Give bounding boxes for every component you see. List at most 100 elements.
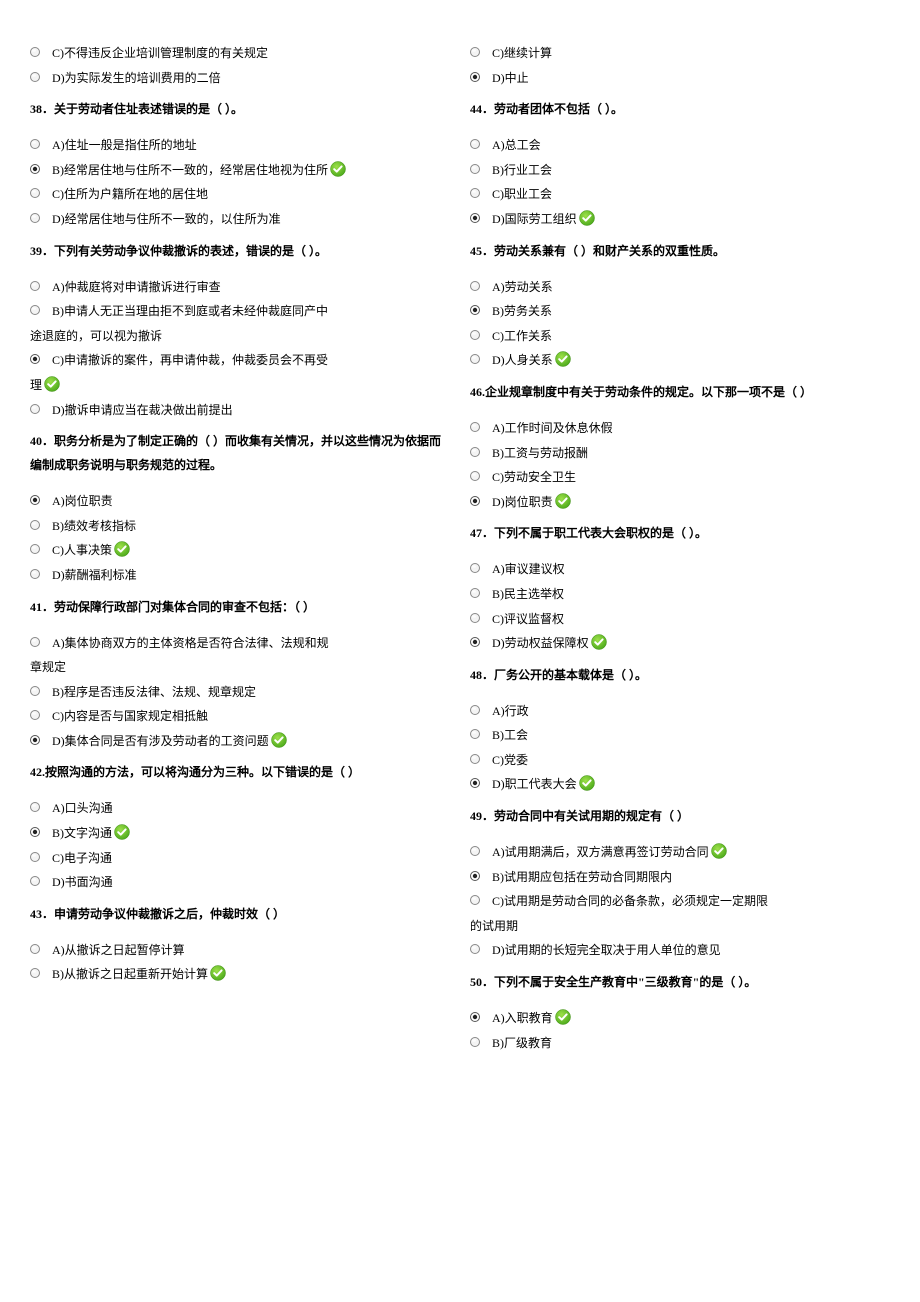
radio-icon[interactable] [30, 354, 40, 364]
radio-icon[interactable] [30, 544, 40, 554]
radio-icon[interactable] [30, 686, 40, 696]
q41-option-1[interactable]: B)程序是否违反法律、法规、规章规定 [30, 682, 450, 704]
q39-option-0[interactable]: A)仲裁庭将对申请撤诉进行审查 [30, 277, 450, 299]
radio-icon[interactable] [470, 1037, 480, 1047]
q40-option-0[interactable]: A)岗位职责 [30, 491, 450, 513]
left-pre-option-0[interactable]: C)不得违反企业培训管理制度的有关规定 [30, 43, 450, 65]
q42-option-3[interactable]: D)书面沟通 [30, 872, 450, 894]
radio-icon[interactable] [30, 520, 40, 530]
right-pre-option-0[interactable]: C)继续计算 [470, 43, 890, 65]
radio-icon[interactable] [30, 710, 40, 720]
radio-icon[interactable] [30, 944, 40, 954]
radio-icon[interactable] [30, 876, 40, 886]
q48-option-3[interactable]: D)职工代表大会 [470, 774, 890, 796]
radio-icon[interactable] [30, 164, 40, 174]
q49-option-2[interactable]: C)试用期是劳动合同的必备条款，必须规定一定期限 [470, 891, 890, 913]
radio-icon[interactable] [470, 496, 480, 506]
q46-option-1[interactable]: B)工资与劳动报酬 [470, 443, 890, 465]
radio-icon[interactable] [30, 852, 40, 862]
right-pre-option-1[interactable]: D)中止 [470, 68, 890, 90]
q46-option-3[interactable]: D)岗位职责 [470, 492, 890, 514]
radio-icon[interactable] [470, 613, 480, 623]
radio-icon[interactable] [470, 281, 480, 291]
radio-icon[interactable] [470, 778, 480, 788]
radio-icon[interactable] [470, 471, 480, 481]
q50-option-0[interactable]: A)入职教育 [470, 1008, 890, 1030]
radio-icon[interactable] [470, 871, 480, 881]
radio-icon[interactable] [470, 705, 480, 715]
q42-option-1[interactable]: B)文字沟通 [30, 823, 450, 845]
q44-option-0[interactable]: A)总工会 [470, 135, 890, 157]
q44-option-2[interactable]: C)职业工会 [470, 184, 890, 206]
q39-option-2[interactable]: C)申请撤诉的案件，再申请仲裁，仲裁委员会不再受 [30, 350, 450, 372]
q38-option-2[interactable]: C)住所为户籍所在地的居住地 [30, 184, 450, 206]
q49-option-1[interactable]: B)试用期应包括在劳动合同期限内 [470, 867, 890, 889]
q38-option-3[interactable]: D)经常居住地与住所不一致的，以住所为准 [30, 209, 450, 231]
radio-icon[interactable] [470, 422, 480, 432]
q41-option-3[interactable]: D)集体合同是否有涉及劳动者的工资问题 [30, 731, 450, 753]
q39-option-1[interactable]: B)申请人无正当理由拒不到庭或者未经仲裁庭同产中 [30, 301, 450, 323]
q40-option-1[interactable]: B)绩效考核指标 [30, 516, 450, 538]
radio-icon[interactable] [470, 846, 480, 856]
radio-icon[interactable] [470, 213, 480, 223]
q44-option-3[interactable]: D)国际劳工组织 [470, 209, 890, 231]
radio-icon[interactable] [470, 895, 480, 905]
radio-icon[interactable] [30, 637, 40, 647]
radio-icon[interactable] [470, 72, 480, 82]
radio-icon[interactable] [470, 47, 480, 57]
radio-icon[interactable] [470, 305, 480, 315]
radio-icon[interactable] [30, 735, 40, 745]
q45-option-0[interactable]: A)劳动关系 [470, 277, 890, 299]
left-pre-option-1[interactable]: D)为实际发生的培训费用的二倍 [30, 68, 450, 90]
q42-option-2[interactable]: C)电子沟通 [30, 848, 450, 870]
radio-icon[interactable] [30, 72, 40, 82]
radio-icon[interactable] [30, 188, 40, 198]
radio-icon[interactable] [470, 754, 480, 764]
q40-option-2[interactable]: C)人事决策 [30, 540, 450, 562]
radio-icon[interactable] [30, 305, 40, 315]
q43-option-1[interactable]: B)从撤诉之日起重新开始计算 [30, 964, 450, 986]
q48-option-1[interactable]: B)工会 [470, 725, 890, 747]
radio-icon[interactable] [30, 139, 40, 149]
radio-icon[interactable] [470, 637, 480, 647]
radio-icon[interactable] [470, 164, 480, 174]
q49-option-0[interactable]: A)试用期满后，双方满意再签订劳动合同 [470, 842, 890, 864]
radio-icon[interactable] [470, 729, 480, 739]
q48-option-2[interactable]: C)党委 [470, 750, 890, 772]
radio-icon[interactable] [470, 188, 480, 198]
radio-icon[interactable] [30, 968, 40, 978]
q45-option-2[interactable]: C)工作关系 [470, 326, 890, 348]
radio-icon[interactable] [30, 495, 40, 505]
q47-option-3[interactable]: D)劳动权益保障权 [470, 633, 890, 655]
radio-icon[interactable] [470, 563, 480, 573]
q47-option-2[interactable]: C)评议监督权 [470, 609, 890, 631]
radio-icon[interactable] [30, 404, 40, 414]
radio-icon[interactable] [470, 354, 480, 364]
radio-icon[interactable] [470, 1012, 480, 1022]
radio-icon[interactable] [30, 827, 40, 837]
q45-option-3[interactable]: D)人身关系 [470, 350, 890, 372]
q40-option-3[interactable]: D)薪酬福利标准 [30, 565, 450, 587]
radio-icon[interactable] [470, 139, 480, 149]
q48-option-0[interactable]: A)行政 [470, 701, 890, 723]
q50-option-1[interactable]: B)厂级教育 [470, 1033, 890, 1055]
q49-option-3[interactable]: D)试用期的长短完全取决于用人单位的意见 [470, 940, 890, 962]
radio-icon[interactable] [30, 569, 40, 579]
q42-option-0[interactable]: A)口头沟通 [30, 798, 450, 820]
q46-option-2[interactable]: C)劳动安全卫生 [470, 467, 890, 489]
q38-option-0[interactable]: A)住址一般是指住所的地址 [30, 135, 450, 157]
q41-option-0[interactable]: A)集体协商双方的主体资格是否符合法律、法规和规 [30, 633, 450, 655]
radio-icon[interactable] [470, 588, 480, 598]
radio-icon[interactable] [470, 330, 480, 340]
radio-icon[interactable] [30, 802, 40, 812]
q47-option-1[interactable]: B)民主选举权 [470, 584, 890, 606]
q38-option-1[interactable]: B)经常居住地与住所不一致的，经常居住地视为住所 [30, 160, 450, 182]
q45-option-1[interactable]: B)劳务关系 [470, 301, 890, 323]
radio-icon[interactable] [30, 281, 40, 291]
q44-option-1[interactable]: B)行业工会 [470, 160, 890, 182]
q41-option-2[interactable]: C)内容是否与国家规定相抵触 [30, 706, 450, 728]
radio-icon[interactable] [470, 447, 480, 457]
radio-icon[interactable] [470, 944, 480, 954]
q39-option-3[interactable]: D)撤诉申请应当在裁决做出前提出 [30, 400, 450, 422]
q47-option-0[interactable]: A)审议建议权 [470, 559, 890, 581]
